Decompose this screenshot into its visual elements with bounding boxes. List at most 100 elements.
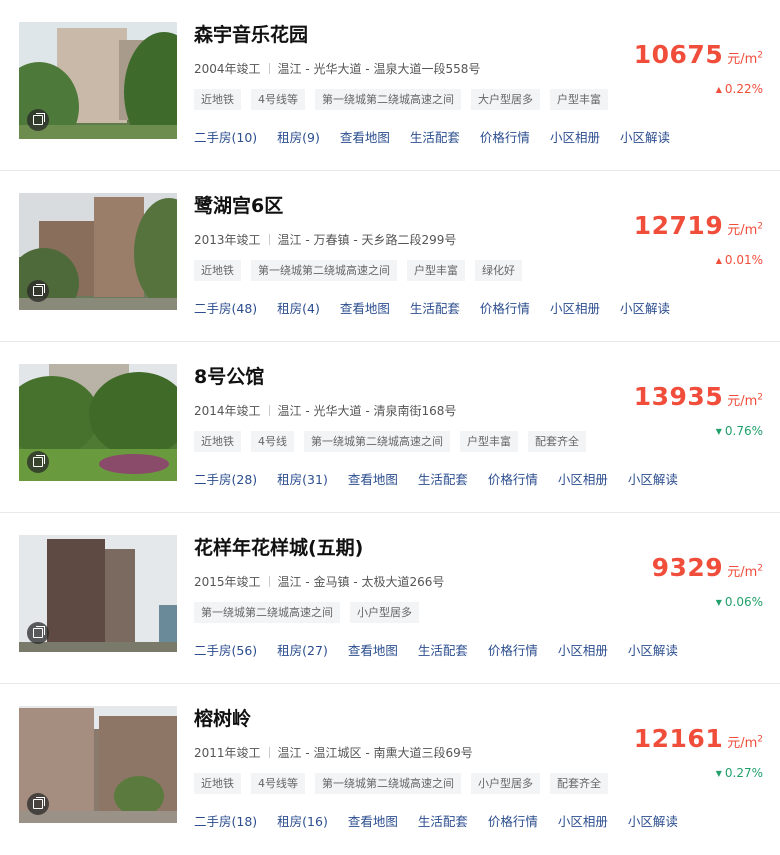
album-icon [27, 109, 49, 131]
community-photo[interactable] [19, 706, 177, 823]
link-review[interactable]: 小区解读 [620, 298, 670, 317]
price-value: 12719 [633, 211, 724, 240]
album-icon [27, 280, 49, 302]
price-value: 9329 [651, 553, 724, 582]
community-name[interactable]: 8号公馆 [194, 362, 264, 389]
feature-tag: 第一绕城第二绕城高速之间 [304, 431, 450, 452]
album-icon [27, 622, 49, 644]
trend-up-icon: ▲ [715, 85, 722, 94]
community-name[interactable]: 花样年花样城(五期) [194, 533, 363, 560]
link-rent[interactable]: 租房(16) [277, 811, 328, 830]
link-album[interactable]: 小区相册 [558, 640, 608, 659]
feature-tag: 大户型居多 [471, 89, 540, 110]
feature-tags: 近地铁 第一绕城第二绕城高速之间 户型丰富 绿化好 [194, 260, 532, 281]
link-secondhand[interactable]: 二手房(10) [194, 127, 257, 146]
link-album[interactable]: 小区相册 [550, 298, 600, 317]
address: 温江 - 万春镇 - 天乡路二段299号 [277, 233, 457, 247]
link-price-trend[interactable]: 价格行情 [488, 811, 538, 830]
trend-down-icon: ▼ [715, 427, 722, 436]
address: 温江 - 金马镇 - 太极大道266号 [277, 575, 445, 589]
unit-price: 13935 元/m2 [634, 382, 763, 411]
link-review[interactable]: 小区解读 [620, 127, 670, 146]
community-list: 森宇音乐花园 2004年竣工 温江 - 光华大道 - 温泉大道一段558号 近地铁… [0, 0, 780, 855]
feature-tag: 第一绕城第二绕城高速之间 [315, 773, 461, 794]
community-name[interactable]: 鹭湖宫6区 [194, 191, 283, 218]
trend-down-icon: ▼ [715, 598, 722, 607]
link-secondhand[interactable]: 二手房(18) [194, 811, 257, 830]
feature-tag: 配套齐全 [528, 431, 586, 452]
price-change: ▲ 0.22% [716, 82, 763, 96]
quick-links: 二手房(18) 租房(16) 查看地图 生活配套 价格行情 小区相册 小区解读 [194, 811, 698, 830]
link-album[interactable]: 小区相册 [550, 127, 600, 146]
feature-tag: 近地铁 [194, 431, 241, 452]
link-price-trend[interactable]: 价格行情 [488, 640, 538, 659]
community-name[interactable]: 榕树岭 [194, 704, 251, 731]
feature-tags: 近地铁 4号线等 第一绕城第二绕城高速之间 大户型居多 户型丰富 [194, 89, 618, 110]
link-map[interactable]: 查看地图 [348, 469, 398, 488]
price-unit: 元/m2 [727, 50, 763, 67]
price-change: ▼ 0.06% [716, 595, 763, 609]
unit-price: 12719 元/m2 [634, 211, 763, 240]
price-value: 13935 [633, 382, 724, 411]
list-item: 花样年花样城(五期) 2015年竣工 温江 - 金马镇 - 太极大道266号 第一… [0, 513, 780, 684]
link-secondhand[interactable]: 二手房(48) [194, 298, 257, 317]
feature-tag: 小户型居多 [350, 602, 419, 623]
change-value: 0.76% [724, 424, 763, 438]
feature-tags: 近地铁 4号线 第一绕城第二绕城高速之间 户型丰富 配套齐全 [194, 431, 596, 452]
feature-tag: 户型丰富 [550, 89, 608, 110]
link-map[interactable]: 查看地图 [340, 298, 390, 317]
link-rent[interactable]: 租房(9) [277, 127, 320, 146]
feature-tag: 户型丰富 [460, 431, 518, 452]
build-year: 2013年竣工 [194, 233, 261, 247]
change-value: 0.22% [724, 82, 763, 96]
feature-tag: 第一绕城第二绕城高速之间 [315, 89, 461, 110]
link-amenities[interactable]: 生活配套 [418, 469, 468, 488]
unit-price: 12161 元/m2 [634, 724, 763, 753]
community-photo[interactable] [19, 193, 177, 310]
community-meta: 2004年竣工 温江 - 光华大道 - 温泉大道一段558号 [194, 60, 480, 77]
feature-tag: 第一绕城第二绕城高速之间 [194, 602, 340, 623]
link-secondhand[interactable]: 二手房(56) [194, 640, 257, 659]
unit-price: 10675 元/m2 [634, 40, 763, 69]
unit-price: 9329 元/m2 [652, 553, 763, 582]
link-amenities[interactable]: 生活配套 [418, 640, 468, 659]
link-album[interactable]: 小区相册 [558, 469, 608, 488]
link-map[interactable]: 查看地图 [348, 640, 398, 659]
community-photo[interactable] [19, 535, 177, 652]
community-name[interactable]: 森宇音乐花园 [194, 20, 308, 47]
link-album[interactable]: 小区相册 [558, 811, 608, 830]
link-map[interactable]: 查看地图 [348, 811, 398, 830]
quick-links: 二手房(10) 租房(9) 查看地图 生活配套 价格行情 小区相册 小区解读 [194, 127, 690, 146]
link-rent[interactable]: 租房(27) [277, 640, 328, 659]
build-year: 2015年竣工 [194, 575, 261, 589]
link-price-trend[interactable]: 价格行情 [488, 469, 538, 488]
price-unit: 元/m2 [727, 563, 763, 580]
link-review[interactable]: 小区解读 [628, 640, 678, 659]
price-change: ▼ 0.76% [716, 424, 763, 438]
list-item: 森宇音乐花园 2004年竣工 温江 - 光华大道 - 温泉大道一段558号 近地铁… [0, 0, 780, 171]
feature-tag: 4号线等 [251, 773, 305, 794]
link-amenities[interactable]: 生活配套 [410, 127, 460, 146]
price-unit: 元/m2 [727, 221, 763, 238]
link-price-trend[interactable]: 价格行情 [480, 127, 530, 146]
change-value: 0.06% [724, 595, 763, 609]
list-item: 8号公馆 2014年竣工 温江 - 光华大道 - 清泉南街168号 近地铁 4号线第… [0, 342, 780, 513]
link-amenities[interactable]: 生活配套 [410, 298, 460, 317]
link-secondhand[interactable]: 二手房(28) [194, 469, 257, 488]
feature-tag: 4号线等 [251, 89, 305, 110]
link-review[interactable]: 小区解读 [628, 811, 678, 830]
feature-tag: 近地铁 [194, 89, 241, 110]
community-meta: 2014年竣工 温江 - 光华大道 - 清泉南街168号 [194, 402, 456, 419]
trend-down-icon: ▼ [715, 769, 722, 778]
link-rent[interactable]: 租房(4) [277, 298, 320, 317]
feature-tags: 第一绕城第二绕城高速之间 小户型居多 [194, 602, 429, 623]
address: 温江 - 光华大道 - 清泉南街168号 [277, 404, 457, 418]
link-price-trend[interactable]: 价格行情 [480, 298, 530, 317]
link-rent[interactable]: 租房(31) [277, 469, 328, 488]
community-photo[interactable] [19, 364, 177, 481]
link-map[interactable]: 查看地图 [340, 127, 390, 146]
link-amenities[interactable]: 生活配套 [418, 811, 468, 830]
community-photo[interactable] [19, 22, 177, 139]
link-review[interactable]: 小区解读 [628, 469, 678, 488]
list-item: 鹭湖宫6区 2013年竣工 温江 - 万春镇 - 天乡路二段299号 近地铁 第一绕… [0, 171, 780, 342]
